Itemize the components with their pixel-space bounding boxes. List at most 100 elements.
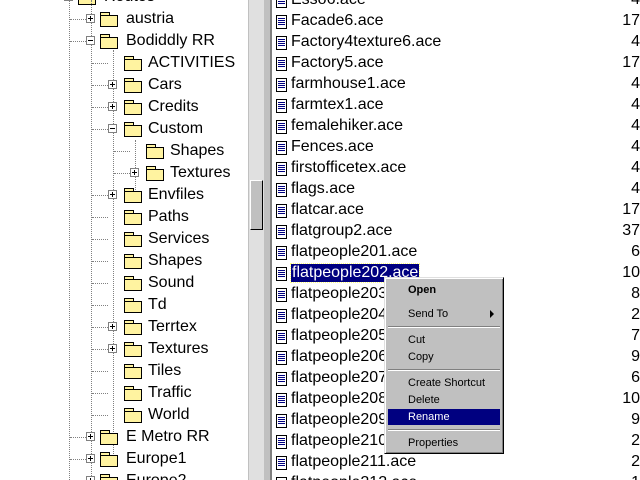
file-icon	[276, 288, 287, 302]
file-row[interactable]: femalehiker.ace 4	[272, 116, 640, 137]
folder-open-icon	[78, 0, 96, 5]
file-row[interactable]: firstofficetex.ace 4	[272, 158, 640, 179]
menu-separator	[388, 429, 500, 431]
expand-icon[interactable]	[108, 322, 117, 331]
file-size: 4	[631, 117, 640, 134]
menu-item-cut[interactable]: Cut	[388, 332, 500, 348]
file-row[interactable]: Facade6.ace 17	[272, 11, 640, 32]
file-row[interactable]: Esso6.ace 4	[272, 0, 640, 11]
file-row[interactable]: Factory4texture6.ace 4	[272, 32, 640, 53]
tree-node-traffic[interactable]: Traffic	[0, 382, 248, 404]
tree-node-austria[interactable]: austria	[0, 8, 248, 30]
file-size: 4	[631, 180, 640, 197]
tree-node-textures[interactable]: Textures	[0, 338, 248, 360]
tree-node-cars[interactable]: Cars	[0, 74, 248, 96]
folder-icon	[100, 474, 118, 480]
menu-item-open[interactable]: Open	[388, 282, 500, 298]
tree-connector-line	[70, 19, 86, 20]
menu-item-copy[interactable]: Copy	[388, 349, 500, 365]
folder-icon	[124, 386, 142, 401]
file-size: 6	[631, 243, 640, 260]
file-row[interactable]: farmhouse1.ace 4	[272, 74, 640, 95]
tree-node-label: ACTIVITIES	[148, 54, 236, 71]
collapse-icon[interactable]	[86, 36, 95, 45]
expand-icon[interactable]	[108, 190, 117, 199]
menu-item-delete[interactable]: Delete	[388, 392, 500, 408]
expand-icon[interactable]	[86, 14, 95, 23]
tree-node-sound[interactable]: Sound	[0, 272, 248, 294]
folder-icon	[124, 188, 142, 203]
tree-node-paths[interactable]: Paths	[0, 206, 248, 228]
file-size: 10	[622, 390, 640, 407]
expand-icon[interactable]	[130, 168, 139, 177]
menu-item-label: Rename	[408, 411, 450, 423]
tree-vertical-scrollbar[interactable]	[248, 0, 264, 480]
tree-node-world[interactable]: World	[0, 404, 248, 426]
file-row[interactable]: flatcar.ace 17	[272, 200, 640, 221]
file-row[interactable]: flatpeople201.ace 6	[272, 242, 640, 263]
tree-node-shapes[interactable]: Shapes	[0, 140, 248, 162]
menu-item-label: Delete	[408, 394, 440, 406]
file-size: 2	[631, 453, 640, 470]
collapse-icon[interactable]	[108, 124, 117, 133]
submenu-arrow-icon	[490, 310, 494, 318]
expand-icon[interactable]	[86, 432, 95, 441]
folder-icon	[124, 210, 142, 225]
expand-icon[interactable]	[86, 454, 95, 463]
expand-icon[interactable]	[108, 102, 117, 111]
tree-node-bodiddly-rr[interactable]: Bodiddly RR	[0, 30, 248, 52]
file-row[interactable]: flatgroup2.ace 37	[272, 221, 640, 242]
expand-icon[interactable]	[108, 80, 117, 89]
file-row[interactable]: farmtex1.ace 4	[272, 95, 640, 116]
file-icon	[276, 162, 287, 176]
folder-icon	[146, 166, 164, 181]
tree-node-credits[interactable]: Credits	[0, 96, 248, 118]
menu-item-rename[interactable]: Rename	[388, 409, 500, 425]
tree-node-textures[interactable]: Textures	[0, 162, 248, 184]
tree-node-e-metro-rr[interactable]: E Metro RR	[0, 426, 248, 448]
menu-item-label: Send To	[408, 308, 449, 320]
folder-tree[interactable]: Routes austria Bodiddly RR ACTIVITIES Cars Cr…	[0, 0, 248, 480]
tree-node-td[interactable]: Td	[0, 294, 248, 316]
expand-icon[interactable]	[108, 344, 117, 353]
file-icon	[276, 393, 287, 407]
file-row[interactable]: flatpeople212.ace 1	[272, 473, 640, 480]
tree-node-label: E Metro RR	[126, 428, 210, 445]
tree-node-label: Credits	[148, 98, 199, 115]
menu-item-create-shortcut[interactable]: Create Shortcut	[388, 375, 500, 391]
scrollbar-thumb[interactable]	[250, 180, 263, 230]
tree-node-envfiles[interactable]: Envfiles	[0, 184, 248, 206]
tree-node-activities[interactable]: ACTIVITIES	[0, 52, 248, 74]
tree-node-label: World	[148, 406, 190, 423]
menu-item-send-to[interactable]: Send To	[388, 306, 500, 322]
tree-node-label: Paths	[148, 208, 189, 225]
file-size: 4	[631, 138, 640, 155]
tree-node-tiles[interactable]: Tiles	[0, 360, 248, 382]
tree-node-label: Tiles	[148, 362, 182, 379]
tree-node-europe1[interactable]: Europe1	[0, 448, 248, 470]
tree-node-label: Routes	[104, 0, 155, 6]
tree-node-services[interactable]: Services	[0, 228, 248, 250]
file-row[interactable]: Factory5.ace 17	[272, 53, 640, 74]
file-row[interactable]: flatpeople211.ace 2	[272, 452, 640, 473]
file-row[interactable]: flags.ace 4	[272, 179, 640, 200]
tree-connector-line	[92, 349, 108, 350]
file-name: Fences.ace	[291, 138, 374, 155]
file-icon	[276, 36, 287, 50]
folder-icon	[100, 430, 118, 445]
file-size: 4	[631, 96, 640, 113]
tree-node-label: austria	[126, 10, 175, 27]
file-name: femalehiker.ace	[291, 117, 404, 134]
tree-node-label: Shapes	[170, 142, 225, 159]
menu-item-properties[interactable]: Properties	[388, 435, 500, 451]
file-size: 8	[631, 285, 640, 302]
tree-node-label: Sound	[148, 274, 195, 291]
expand-icon[interactable]	[86, 476, 95, 480]
tree-node-europe2[interactable]: Europe2	[0, 470, 248, 480]
tree-node-routes[interactable]: Routes	[0, 0, 248, 8]
file-icon	[276, 57, 287, 71]
tree-node-custom[interactable]: Custom	[0, 118, 248, 140]
tree-node-terrtex[interactable]: Terrtex	[0, 316, 248, 338]
file-row[interactable]: Fences.ace 4	[272, 137, 640, 158]
tree-node-shapes[interactable]: Shapes	[0, 250, 248, 272]
